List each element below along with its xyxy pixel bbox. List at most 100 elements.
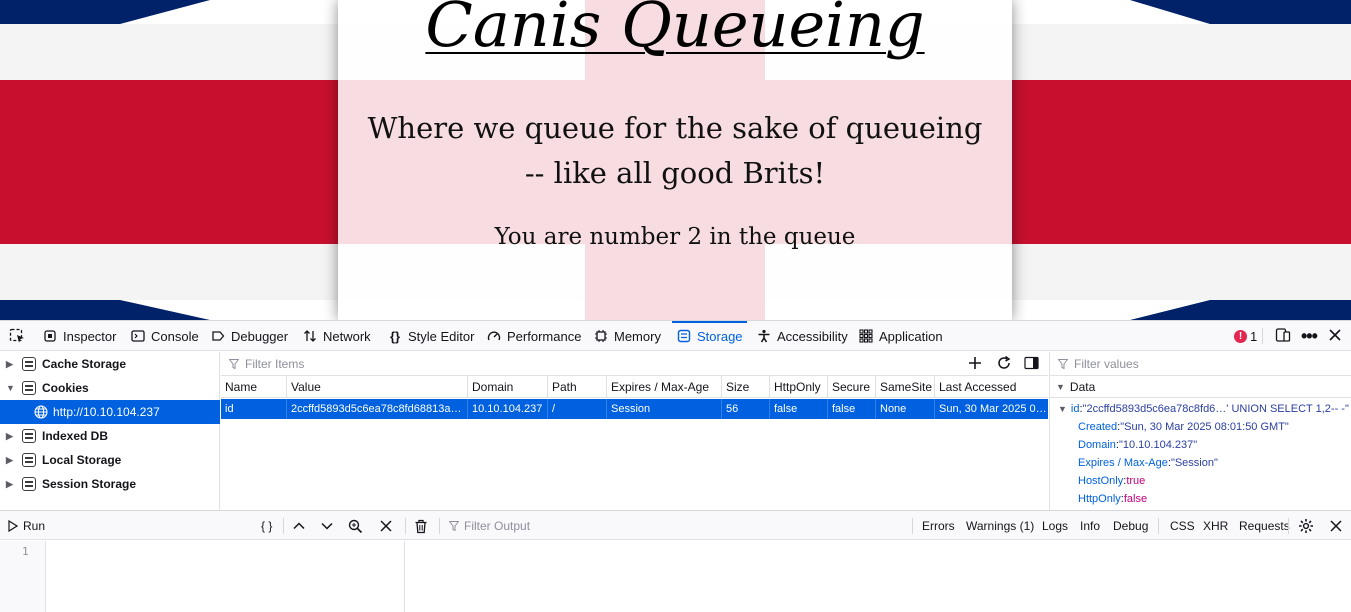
tab-storage[interactable]: Storage (672, 321, 747, 351)
chevron-right-icon[interactable]: ▶ (6, 431, 16, 442)
tab-inspector[interactable]: Inspector (42, 321, 116, 351)
run-label: Run (23, 519, 46, 533)
clear-console-button[interactable] (414, 511, 428, 541)
element-picker-button[interactable] (9, 321, 25, 351)
cell-size[interactable]: 56 (721, 399, 769, 419)
filter-output-input[interactable]: Filter Output (449, 511, 530, 541)
more-icon: ••• (1301, 325, 1318, 346)
filter-logs-button[interactable]: Logs (1042, 511, 1068, 541)
tab-debugger[interactable]: Debugger (210, 321, 288, 351)
console-editor[interactable]: 1 (0, 541, 405, 612)
column-header[interactable]: Domain (467, 376, 547, 397)
cell-path[interactable]: / (547, 399, 606, 419)
cell-secure[interactable]: false (827, 399, 875, 419)
filter-errors-button[interactable]: Errors (922, 511, 955, 541)
tree-item-label: Cookies (42, 381, 89, 395)
chevron-down-icon: ▼ (1058, 404, 1067, 414)
cell-samesite[interactable]: None (875, 399, 934, 419)
chevron-right-icon[interactable]: ▶ (6, 479, 16, 490)
tab-storage-label: Storage (697, 328, 743, 344)
console-icon (130, 328, 146, 344)
tree-item-indexed-db[interactable]: ▶ Indexed DB (0, 424, 220, 448)
cell-httponly[interactable]: false (769, 399, 827, 419)
data-item-expires[interactable]: Expires / Max-Age: "Session" (1078, 454, 1218, 472)
table-row[interactable]: id 2ccffd5893d5c6ea78c8fd68813a… 10.10.1… (221, 399, 1048, 419)
debugger-icon (210, 328, 226, 344)
close-split-console-button[interactable] (1330, 511, 1342, 541)
tree-item-cookies[interactable]: ▼ Cookies (0, 376, 220, 400)
refresh-button[interactable] (996, 355, 1012, 371)
filter-xhr-button[interactable]: XHR (1203, 511, 1228, 541)
data-item-id[interactable]: ▼ id: "2ccffd5893d5c6ea78c8fd6…' UNION SE… (1058, 400, 1349, 418)
responsive-design-icon (1275, 327, 1291, 346)
data-item-httponly[interactable]: HttpOnly: false (1078, 490, 1147, 508)
more-options-button[interactable]: ••• (1301, 321, 1318, 351)
filter-icon (229, 358, 239, 369)
close-devtools-button[interactable] (1329, 321, 1341, 351)
cell-name[interactable]: id (221, 399, 286, 419)
table-header: Name Value Domain Path Expires / Max-Age… (221, 376, 1048, 398)
data-item-created[interactable]: Created: "Sun, 30 Mar 2025 08:01:50 GMT" (1078, 418, 1289, 436)
column-header[interactable]: Path (547, 376, 606, 397)
line-gutter: 1 (0, 541, 46, 612)
filter-requests-button[interactable]: Requests (1239, 511, 1290, 541)
column-header[interactable]: SameSite (875, 376, 934, 397)
history-next-button[interactable] (320, 511, 334, 541)
tab-console[interactable]: Console (130, 321, 199, 351)
cell-value[interactable]: 2ccffd5893d5c6ea78c8fd68813a… (286, 399, 467, 419)
data-key: HostOnly (1078, 475, 1124, 487)
column-header[interactable]: Size (721, 376, 769, 397)
tree-item-cookie-host[interactable]: http://10.10.104.237 (0, 400, 220, 424)
run-button[interactable]: Run (8, 511, 45, 541)
toggle-sidebar-button[interactable] (1024, 356, 1039, 370)
column-header[interactable]: Last Accessed (934, 376, 1048, 397)
tree-item-session-storage[interactable]: ▶ Session Storage (0, 472, 220, 496)
column-header[interactable]: HttpOnly (769, 376, 827, 397)
close-editor-button[interactable] (380, 511, 392, 541)
reverse-search-button[interactable] (348, 511, 363, 541)
cell-domain[interactable]: 10.10.104.237 (467, 399, 547, 419)
error-count-button[interactable]: ! 1 (1234, 321, 1257, 351)
filter-values-input[interactable]: Filter values (1074, 357, 1139, 371)
tree-item-cache-storage[interactable]: ▶ Cache Storage (0, 352, 220, 376)
filter-info-button[interactable]: Info (1080, 511, 1100, 541)
chevron-down-icon[interactable]: ▼ (6, 383, 16, 393)
chevron-right-icon[interactable]: ▶ (6, 455, 16, 466)
filter-warnings-button[interactable]: Warnings (1) (966, 511, 1034, 541)
search-icon (348, 519, 363, 533)
tree-item-local-storage[interactable]: ▶ Local Storage (0, 448, 220, 472)
tab-network[interactable]: Network (302, 321, 371, 351)
add-item-button[interactable] (967, 355, 983, 371)
cell-expires[interactable]: Session (606, 399, 721, 419)
data-item-domain[interactable]: Domain: "10.10.104.237" (1078, 436, 1197, 454)
filter-items-input[interactable]: Filter Items (245, 357, 304, 371)
history-prev-button[interactable] (292, 511, 306, 541)
data-item-hostonly[interactable]: HostOnly: true (1078, 472, 1145, 490)
chevron-right-icon[interactable]: ▶ (6, 359, 16, 370)
column-header[interactable]: Expires / Max-Age (606, 376, 721, 397)
tab-style-editor[interactable]: {} Style Editor (387, 321, 475, 351)
toolbar-separator (1262, 328, 1263, 344)
filter-items-bar: Filter Items (221, 352, 1048, 376)
data-section-header[interactable]: ▼ Data (1050, 376, 1351, 398)
tab-performance[interactable]: Performance (486, 321, 581, 351)
tab-application[interactable]: Application (858, 321, 943, 351)
pretty-print-button[interactable]: { } (261, 511, 272, 541)
filter-debug-button[interactable]: Debug (1113, 511, 1148, 541)
content-card: Canis Queueing Where we queue for the sa… (338, 0, 1012, 320)
column-header[interactable]: Secure (827, 376, 875, 397)
tab-memory[interactable]: Memory (593, 321, 661, 351)
storage-icon (676, 328, 692, 344)
queue-status: You are number 2 in the queue (494, 224, 856, 250)
column-header[interactable]: Value (286, 376, 467, 397)
tree-item-label: Cache Storage (42, 357, 127, 371)
close-icon (380, 520, 392, 532)
responsive-design-button[interactable] (1275, 321, 1291, 351)
tab-accessibility[interactable]: Accessibility (756, 321, 848, 351)
element-picker-icon (9, 328, 25, 344)
database-icon (22, 429, 36, 443)
filter-css-button[interactable]: CSS (1170, 511, 1195, 541)
console-settings-button[interactable] (1298, 511, 1314, 541)
cell-last-accessed[interactable]: Sun, 30 Mar 2025 0… (934, 399, 1048, 419)
column-header[interactable]: Name (221, 376, 286, 397)
